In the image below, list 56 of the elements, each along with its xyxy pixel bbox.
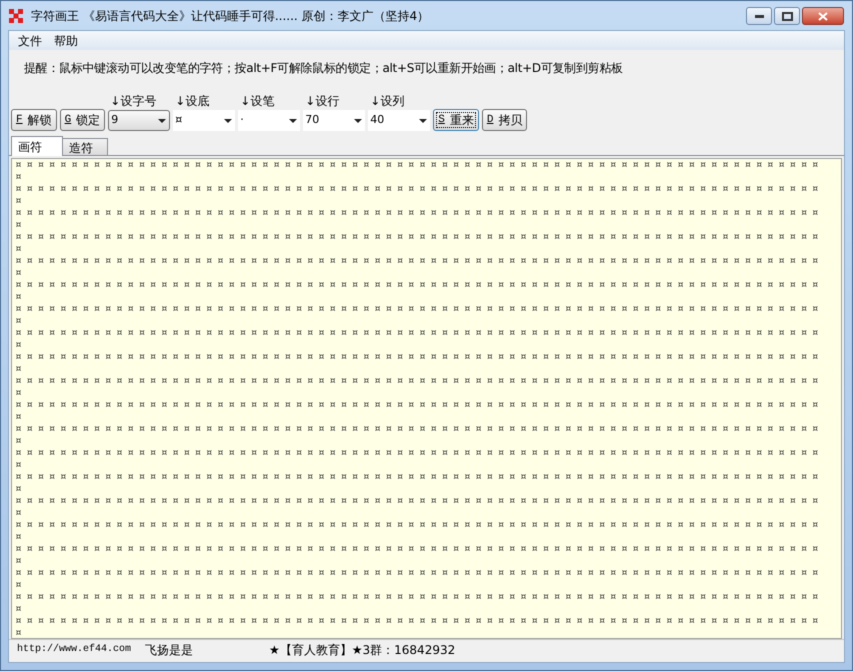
app-icon <box>9 8 23 22</box>
character-row-text: ¤¤¤¤¤¤¤¤¤¤¤¤¤¤¤¤¤¤¤¤¤¤¤¤¤¤¤¤¤¤¤¤¤¤¤¤¤¤¤¤¤¤¤¤¤¤¤¤¤¤¤¤¤¤¤¤¤¤¤¤¤¤¤¤¤¤¤¤¤¤¤¤¤ <box>15 231 824 255</box>
character-row-text: ¤¤¤¤¤¤¤¤¤¤¤¤¤¤¤¤¤¤¤¤¤¤¤¤¤¤¤¤¤¤¤¤¤¤¤¤¤¤¤¤¤¤¤¤¤¤¤¤¤¤¤¤¤¤¤¤¤¤¤¤¤¤¤¤¤¤¤¤¤¤¤¤¤ <box>15 279 824 303</box>
caret-icon <box>289 118 298 122</box>
close-button[interactable] <box>802 7 844 25</box>
character-row-text: ¤¤¤¤¤¤¤¤¤¤¤¤¤¤¤¤¤¤¤¤¤¤¤¤¤¤¤¤¤¤¤¤¤¤¤¤¤¤¤¤¤¤¤¤¤¤¤¤¤¤¤¤¤¤¤¤¤¤¤¤¤¤¤¤¤¤¤¤¤¤¤¤¤ <box>15 255 824 279</box>
field-label: ↓设笔 <box>239 93 274 110</box>
tab[interactable]: 画符 <box>11 136 63 156</box>
character-row-text: ¤¤¤¤¤¤¤¤¤¤¤¤¤¤¤¤¤¤¤¤¤¤¤¤¤¤¤¤¤¤¤¤¤¤¤¤¤¤¤¤¤¤¤¤¤¤¤¤¤¤¤¤¤¤¤¤¤¤¤¤¤¤¤¤¤¤¤¤¤¤¤¤¤ <box>15 183 824 207</box>
tab[interactable]: 造符 <box>62 138 108 155</box>
toolbar-button[interactable]: S 重来 <box>433 109 479 131</box>
character-row-text: ¤¤¤¤¤¤¤¤¤¤¤¤¤¤¤¤¤¤¤¤¤¤¤¤¤¤¤¤¤¤¤¤¤¤¤¤¤¤¤¤¤¤¤¤¤¤¤¤¤¤¤¤¤¤¤¤¤¤¤¤¤¤¤¤¤¤¤¤¤¤¤¤¤ <box>15 567 824 591</box>
drawing-canvas[interactable] <box>11 158 842 639</box>
character-row-text: ¤¤¤¤¤¤¤¤¤¤¤¤¤¤¤¤¤¤¤¤¤¤¤¤¤¤¤¤¤¤¤¤¤¤¤¤¤¤¤¤¤¤¤¤¤¤¤¤¤¤¤¤¤¤¤¤¤¤¤¤¤¤¤¤¤¤¤¤¤¤¤¤¤ <box>15 423 824 447</box>
character-row-text: ¤¤¤¤¤¤¤¤¤¤¤¤¤¤¤¤¤¤¤¤¤¤¤¤¤¤¤¤¤¤¤¤¤¤¤¤¤¤¤¤¤¤¤¤¤¤¤¤¤¤¤¤¤¤¤¤¤¤¤¤¤¤¤¤¤¤¤¤¤¤¤¤¤ <box>15 447 824 471</box>
character-row-text: ¤¤¤¤¤¤¤¤¤¤¤¤¤¤¤¤¤¤¤¤¤¤¤¤¤¤¤¤¤¤¤¤¤¤¤¤¤¤¤¤¤¤¤¤¤¤¤¤¤¤¤¤¤¤¤¤¤¤¤¤¤¤¤¤¤¤¤¤¤¤¤¤¤ <box>15 303 824 327</box>
toolbar-button[interactable]: G 锁定 <box>60 109 106 131</box>
status-text: 飞扬是是 <box>144 642 194 658</box>
toolbar-button[interactable]: D 拷贝 <box>482 109 528 131</box>
hint-text: 提醒：鼠标中键滚动可以改变笔的字符；按alt+F可解除鼠标的锁定；alt+S可以重新开始画；alt+D可复制到剪粘板 <box>24 60 623 77</box>
character-row-text: ¤¤¤¤¤¤¤¤¤¤¤¤¤¤¤¤¤¤¤¤¤¤¤¤¤¤¤¤¤¤¤¤¤¤¤¤¤¤¤¤¤¤¤¤¤¤¤¤¤¤¤¤¤¤¤¤¤¤¤¤¤¤¤¤¤¤¤¤¤¤¤¤¤ <box>15 519 824 543</box>
minimize-button[interactable] <box>746 7 772 25</box>
dropdown[interactable]: · <box>238 110 300 131</box>
maximize-icon <box>782 12 792 20</box>
status-text: http://www.ef44.com <box>16 642 132 656</box>
character-row-text: ¤¤¤¤¤¤¤¤¤¤¤¤¤¤¤¤¤¤¤¤¤¤¤¤¤¤¤¤¤¤¤¤¤¤¤¤¤¤¤¤¤¤¤¤¤¤¤¤¤¤¤¤¤¤¤¤¤¤¤¤¤¤¤¤¤¤¤¤¤¤¤¤¤ <box>15 375 824 399</box>
character-row-text: ¤¤¤¤¤¤¤¤¤¤¤¤¤¤¤¤¤¤¤¤¤¤¤¤¤¤¤¤¤¤¤¤¤¤¤¤¤¤¤¤¤¤¤¤¤¤¤¤¤¤¤¤¤¤¤¤¤¤¤¤¤¤¤¤¤¤¤¤¤¤¤¤¤ <box>15 351 824 375</box>
field-label: ↓设行 <box>304 93 340 110</box>
character-row-text: ¤¤¤¤¤¤¤¤¤¤¤¤¤¤¤¤¤¤¤¤¤¤¤¤¤¤¤¤¤¤¤¤¤¤¤¤¤¤¤¤¤¤¤¤¤¤¤¤¤¤¤¤¤¤¤¤¤¤¤¤¤¤¤¤¤¤¤¤¤¤¤¤¤ <box>15 591 824 615</box>
toolbar-button[interactable]: F 解锁 <box>11 109 57 131</box>
character-row-text: ¤¤¤¤¤¤¤¤¤¤¤¤¤¤¤¤¤¤¤¤¤¤¤¤¤¤¤¤¤¤¤¤¤¤¤¤¤¤¤¤¤¤¤¤¤¤¤¤¤¤¤¤¤¤¤¤¤¤¤¤¤¤¤¤¤¤¤¤¤¤¤¤¤ <box>15 399 824 423</box>
minimize-icon <box>754 14 764 18</box>
character-row-text: ¤¤¤¤¤¤¤¤¤¤¤¤¤¤¤¤¤¤¤¤¤¤¤¤¤¤¤¤¤¤¤¤¤¤¤¤¤¤¤¤¤¤¤¤¤¤¤¤¤¤¤¤¤¤¤¤¤¤¤¤¤¤¤¤¤¤¤¤¤¤¤¤¤ <box>15 327 824 351</box>
maximize-button[interactable] <box>774 7 800 25</box>
character-row-text: ¤¤¤¤¤¤¤¤¤¤¤¤¤¤¤¤¤¤¤¤¤¤¤¤¤¤¤¤¤¤¤¤¤¤¤¤¤¤¤¤¤¤¤¤¤¤¤¤¤¤¤¤¤¤¤¤¤¤¤¤¤¤¤¤¤¤¤¤¤¤¤¤¤ <box>15 543 824 567</box>
character-row-text: ¤¤¤¤¤¤¤¤¤¤¤¤¤¤¤¤¤¤¤¤¤¤¤¤¤¤¤¤¤¤¤¤¤¤¤¤¤¤¤¤¤¤¤¤¤¤¤¤¤¤¤¤¤¤¤¤¤¤¤¤¤¤¤¤¤¤¤¤¤¤¤¤¤ <box>15 495 824 519</box>
caret-icon <box>224 118 232 122</box>
dropdown[interactable]: 40 <box>368 110 430 131</box>
dropdown[interactable]: 9 <box>108 110 170 131</box>
dropdown[interactable]: ¤ <box>173 110 236 131</box>
dropdown[interactable]: 70 <box>303 110 366 131</box>
caret-icon <box>158 118 166 122</box>
menu-item[interactable]: 帮助 <box>49 32 83 50</box>
character-row-text: ¤¤¤¤¤¤¤¤¤¤¤¤¤¤¤¤¤¤¤¤¤¤¤¤¤¤¤¤¤¤¤¤¤¤¤¤¤¤¤¤¤¤¤¤¤¤¤¤¤¤¤¤¤¤¤¤¤¤¤¤¤¤¤¤¤¤¤¤¤¤¤¤¤ <box>15 471 824 495</box>
field-label: ↓设字号 <box>109 93 156 110</box>
field-label: ↓设列 <box>369 93 404 110</box>
character-row-text: ¤¤¤¤¤¤¤¤¤¤¤¤¤¤¤¤¤¤¤¤¤¤¤¤¤¤¤¤¤¤¤¤¤¤¤¤¤¤¤¤¤¤¤¤¤¤¤¤¤¤¤¤¤¤¤¤¤¤¤¤¤¤¤¤¤¤¤¤¤¤¤¤¤ <box>15 159 824 183</box>
character-row-text: ¤¤¤¤¤¤¤¤¤¤¤¤¤¤¤¤¤¤¤¤¤¤¤¤¤¤¤¤¤¤¤¤¤¤¤¤¤¤¤¤¤¤¤¤¤¤¤¤¤¤¤¤¤¤¤¤¤¤¤¤¤¤¤¤¤¤¤¤¤¤¤¤¤ <box>15 207 824 231</box>
close-icon <box>818 12 828 20</box>
status-text: ★【育人教育】★3群：16842932 <box>268 642 456 658</box>
character-row-text: ¤¤¤¤¤¤¤¤¤¤¤¤¤¤¤¤¤¤¤¤¤¤¤¤¤¤¤¤¤¤¤¤¤¤¤¤¤¤¤¤¤¤¤¤¤¤¤¤¤¤¤¤¤¤¤¤¤¤¤¤¤¤¤¤¤¤¤¤¤¤¤¤¤ <box>15 615 824 638</box>
field-label: ↓设底 <box>174 93 210 110</box>
caret-icon <box>354 118 362 122</box>
menu-item[interactable]: 文件 <box>13 32 47 50</box>
window-title: 字符画王 《易语言代码大全》让代码睡手可得...... 原创：李文广（坚持4） <box>31 8 430 24</box>
caret-icon <box>419 118 428 122</box>
